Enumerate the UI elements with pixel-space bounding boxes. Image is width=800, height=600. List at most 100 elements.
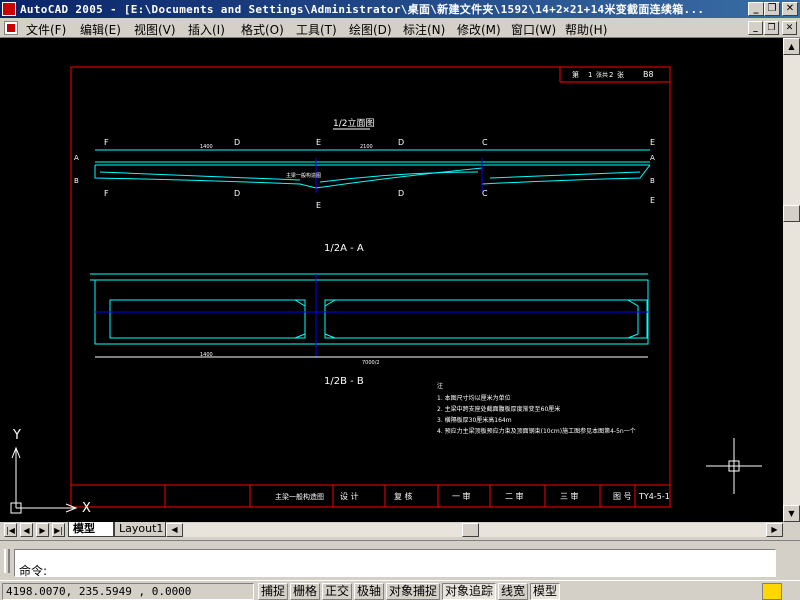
osnap-toggle[interactable]: 对象捕捉: [386, 583, 441, 600]
section-mark-b-right: B: [650, 177, 655, 185]
section-mark-b-left: B: [74, 177, 79, 185]
tab-first-icon[interactable]: |◀: [4, 523, 17, 537]
doc-restore-button[interactable]: ❐: [764, 21, 779, 35]
section-mark-f-top: F: [104, 138, 109, 147]
page-no-label: 第: [572, 70, 579, 79]
tab-prev-icon[interactable]: ◀: [20, 523, 33, 537]
restore-button[interactable]: ❐: [764, 2, 780, 16]
command-prompt: 命令:: [19, 564, 48, 578]
menu-insert[interactable]: 插入(I): [188, 21, 225, 38]
close-button[interactable]: ✕: [782, 2, 798, 16]
scroll-right-icon[interactable]: ▶: [766, 523, 783, 537]
communication-center-icon[interactable]: [762, 583, 782, 600]
command-window: 命令:: [0, 540, 800, 578]
document-icon[interactable]: [4, 21, 18, 35]
minimize-button[interactable]: _: [748, 2, 764, 16]
drawing-frame: [70, 66, 671, 508]
crosshair-cursor-icon: [706, 438, 762, 494]
notes-heading: 注: [437, 382, 443, 390]
title-block-frame: [71, 484, 670, 507]
page-no-value: 1: [588, 71, 592, 79]
menu-tools[interactable]: 工具(T): [296, 21, 337, 38]
title-block-name: 主梁一般构造图: [275, 492, 324, 501]
scroll-left-icon[interactable]: ◀: [166, 523, 183, 537]
menu-bar: 文件(F) 编辑(E) 视图(V) 插入(I) 格式(O) 工具(T) 绘图(D…: [0, 18, 800, 38]
tab-next-icon[interactable]: ▶: [36, 523, 49, 537]
section-mark-d2-bottom: D: [398, 189, 404, 198]
menu-modify[interactable]: 修改(M): [457, 21, 501, 38]
scroll-down-icon[interactable]: ▼: [783, 505, 800, 522]
horizontal-scroll-thumb[interactable]: [462, 523, 479, 537]
tab-layout1[interactable]: Layout1: [114, 522, 166, 537]
section-mark-a-left: A: [74, 154, 79, 162]
model-toggle[interactable]: 模型: [530, 583, 561, 600]
title-block-review2: 二 审: [505, 491, 524, 501]
menu-window[interactable]: 窗口(W): [511, 21, 556, 38]
page-total-value: 2: [609, 71, 613, 79]
page-unit: 张: [617, 70, 624, 79]
vertical-scrollbar[interactable]: ▲ ▼: [783, 38, 800, 522]
menu-draw[interactable]: 绘图(D): [349, 21, 392, 38]
ucs-icon: [10, 446, 78, 514]
menu-view[interactable]: 视图(V): [134, 21, 176, 38]
command-grip[interactable]: [4, 549, 10, 573]
section-mark-d-top: D: [234, 138, 240, 147]
autocad-window: AutoCAD 2005 - [E:\Documents and Setting…: [0, 0, 800, 600]
dim-7000-plan: 7000/2: [362, 360, 380, 366]
section-mark-e2-top: E: [650, 138, 655, 147]
status-bar: 4198.0070, 235.5949 , 0.0000 捕捉 栅格 正交 极轴…: [0, 580, 800, 600]
otrack-toggle[interactable]: 对象追踪: [442, 583, 497, 600]
ortho-toggle[interactable]: 正交: [322, 583, 353, 600]
section-mark-d2-top: D: [398, 138, 404, 147]
girder-label-1: 主梁一般构造图: [286, 172, 321, 179]
title-bar: AutoCAD 2005 - [E:\Documents and Setting…: [0, 0, 800, 18]
page-total-label: 张共: [596, 71, 608, 79]
title-block-review1: 一 审: [452, 491, 471, 501]
drawing-area[interactable]: 第 1 张共 2 张 B8 1/2立面图 F D E D C E 1400 21…: [0, 38, 783, 522]
dim-1400-plan: 1400: [200, 352, 213, 358]
elevation-girder: [94, 158, 651, 193]
section-mark-e-bottom: E: [316, 201, 321, 210]
elevation-title: 1/2立面图: [333, 117, 375, 129]
doc-close-button[interactable]: ✕: [782, 21, 797, 35]
section-mark-f-bottom: F: [104, 189, 109, 198]
title-block-design: 设 计: [340, 491, 359, 501]
command-line-box[interactable]: 命令:: [14, 549, 776, 578]
plan-aa-drawing: [90, 273, 649, 358]
horizontal-scrollbar[interactable]: ◀ ▶: [166, 523, 783, 537]
polar-toggle[interactable]: 极轴: [354, 583, 385, 600]
menu-dimension[interactable]: 标注(N): [403, 21, 445, 38]
snap-toggle[interactable]: 捕捉: [258, 583, 289, 600]
dim-1400-left: 1400: [200, 144, 213, 150]
doc-minimize-button[interactable]: _: [748, 21, 763, 35]
vertical-scroll-thumb[interactable]: [783, 205, 800, 222]
section-bb-title: 1/2B - B: [324, 376, 364, 387]
scroll-up-icon[interactable]: ▲: [783, 38, 800, 55]
title-block-drawing-no: TY4-5-1: [638, 492, 670, 501]
menu-file[interactable]: 文件(F): [26, 21, 66, 38]
lineweight-toggle[interactable]: 线宽: [498, 583, 529, 600]
note-3: 3. 横隔板厚30厘米高164m: [437, 416, 512, 424]
drawing-svg: 第 1 张共 2 张 B8 1/2立面图 F D E D C E 1400 21…: [10, 66, 762, 516]
title-block-check: 复 核: [394, 491, 413, 501]
sheet-code: B8: [643, 70, 654, 79]
menu-help[interactable]: 帮助(H): [565, 21, 607, 38]
note-2: 2. 主梁中跨支座处截面腹板厚度渐变至60厘米: [437, 405, 560, 413]
autocad-app-icon[interactable]: [2, 2, 16, 16]
menu-edit[interactable]: 编辑(E): [80, 21, 121, 38]
section-aa-title: 1/2A - A: [324, 243, 364, 254]
ucs-x-label: X: [82, 501, 91, 516]
grid-toggle[interactable]: 栅格: [290, 583, 321, 600]
menu-format[interactable]: 格式(O): [241, 21, 284, 38]
tab-last-icon[interactable]: ▶|: [52, 523, 65, 537]
layout-tab-bar: |◀ ◀ ▶ ▶| 模型 Layout1 ◀ ▶: [0, 522, 800, 538]
section-mark-e-top: E: [316, 138, 321, 147]
tab-model[interactable]: 模型: [68, 522, 114, 537]
title-block-review3: 三 审: [560, 491, 579, 501]
note-4: 4. 预应力主梁顶板预应力束及顶面钢束(10cm)施工图参见本图第4-5n一个: [437, 427, 636, 435]
section-mark-a-right: A: [650, 154, 655, 162]
section-mark-d-bottom: D: [234, 189, 240, 198]
note-1: 1. 本图尺寸均以厘米为单位: [437, 394, 511, 402]
coordinate-readout: 4198.0070, 235.5949 , 0.0000: [2, 583, 254, 600]
title-block-drawing-no-label: 图 号: [613, 492, 632, 501]
